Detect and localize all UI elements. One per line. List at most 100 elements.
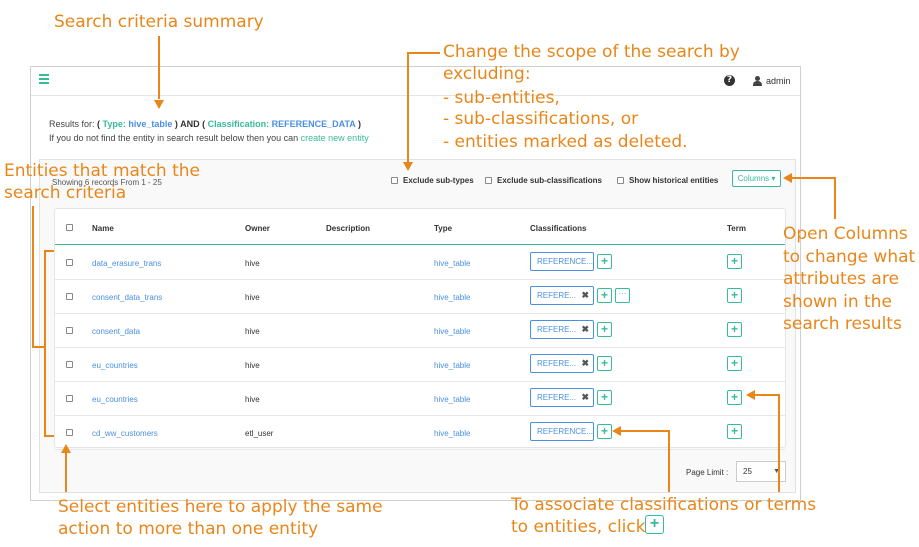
annotation-line: [408, 52, 440, 54]
classification-tag[interactable]: REFERE... ✖: [530, 320, 594, 339]
annotation-scope-2: excluding:: [443, 64, 531, 84]
entity-owner: hive: [245, 259, 260, 268]
create-new-entity-link[interactable]: create new entity: [301, 133, 369, 143]
annotation-select-1: Select entities here to apply the same: [58, 497, 383, 517]
show-historical-checkbox[interactable]: [617, 177, 624, 184]
row-checkbox[interactable]: [66, 327, 73, 334]
annotation-line: [44, 250, 54, 252]
annotation-columns-4: shown in the: [783, 292, 892, 312]
create-entity-hint: If you do not find the entity in search …: [49, 133, 369, 143]
page-limit-label: Page Limit :: [686, 468, 729, 477]
add-term-button[interactable]: +: [727, 424, 742, 439]
annotation-line: [790, 177, 835, 179]
entity-name-link[interactable]: data_erasure_trans: [92, 259, 161, 268]
criteria-type-key: Type:: [102, 119, 126, 129]
results-panel: Showing 6 records From 1 - 25 Exclude su…: [39, 159, 796, 493]
hamburger-menu-icon[interactable]: [39, 74, 49, 86]
exclude-subtypes-filter[interactable]: Exclude sub-types: [391, 176, 474, 185]
annotation-select-2: action to more than one entity: [58, 519, 319, 539]
exclude-subtypes-checkbox[interactable]: [391, 177, 398, 184]
classification-tag[interactable]: REFERE... ✖: [530, 354, 594, 373]
header-description[interactable]: Description: [326, 224, 370, 233]
annotation-arrow-icon: [783, 173, 792, 183]
table-row: consent_data hive hive_table REFERE... ✖ + +: [55, 314, 785, 348]
row-checkbox[interactable]: [66, 395, 73, 402]
entity-owner: etl_user: [245, 429, 274, 438]
annotation-entities-2: search criteria: [4, 183, 127, 203]
entity-type-link[interactable]: hive_table: [434, 429, 470, 438]
annotation-line: [44, 250, 46, 436]
criteria-classification-key: Classification:: [207, 119, 270, 129]
add-classification-button[interactable]: +: [597, 390, 612, 405]
annotation-arrow-icon: [612, 426, 621, 436]
row-checkbox[interactable]: [66, 259, 73, 266]
results-table: Name Owner Description Type Classificati…: [54, 208, 786, 450]
entity-name-link[interactable]: eu_countries: [92, 395, 138, 404]
add-term-button[interactable]: +: [727, 288, 742, 303]
annotation-arrow-icon: [61, 444, 71, 453]
entity-owner: hive: [245, 327, 260, 336]
user-icon: [753, 76, 762, 86]
classification-tag[interactable]: REFERE... ✖: [530, 388, 594, 407]
row-checkbox[interactable]: [66, 293, 73, 300]
user-menu[interactable]: admin: [753, 75, 791, 87]
entity-name-link[interactable]: consent_data_trans: [92, 293, 162, 302]
show-historical-filter[interactable]: Show historical entities: [617, 176, 718, 185]
remove-tag-icon[interactable]: ✖: [581, 389, 589, 406]
entity-name-link[interactable]: eu_countries: [92, 361, 138, 370]
annotation-line: [778, 394, 780, 492]
entity-type-link[interactable]: hive_table: [434, 361, 470, 370]
annotation-arrow-icon: [746, 390, 755, 400]
add-classification-button[interactable]: +: [597, 356, 612, 371]
header-owner[interactable]: Owner: [245, 224, 270, 233]
remove-tag-icon[interactable]: ✖: [581, 355, 589, 372]
remove-tag-icon[interactable]: ✖: [581, 287, 589, 304]
select-all-checkbox[interactable]: [66, 224, 73, 231]
table-row: eu_countries hive hive_table REFERE... ✖ + +: [55, 382, 785, 416]
entity-type-link[interactable]: hive_table: [434, 293, 470, 302]
add-classification-button[interactable]: +: [597, 288, 612, 303]
annotation-line: [668, 430, 670, 492]
add-classification-button[interactable]: +: [597, 322, 612, 337]
annotation-line: [158, 36, 160, 99]
header-name[interactable]: Name: [92, 224, 114, 233]
entity-type-link[interactable]: hive_table: [434, 327, 470, 336]
add-term-button[interactable]: +: [727, 254, 742, 269]
add-term-button[interactable]: +: [727, 390, 742, 405]
add-classification-button[interactable]: +: [597, 424, 612, 439]
exclude-subclassifications-filter[interactable]: Exclude sub-classifications: [485, 176, 602, 185]
entity-type-link[interactable]: hive_table: [434, 259, 470, 268]
annotation-arrow-icon: [403, 162, 413, 171]
add-term-button[interactable]: +: [727, 322, 742, 337]
more-classifications-button[interactable]: ···: [615, 288, 630, 303]
annotation-columns-2: to change what: [783, 247, 916, 267]
add-term-button[interactable]: +: [727, 356, 742, 371]
criteria-type-value: hive_table: [128, 119, 173, 129]
header-type[interactable]: Type: [434, 224, 452, 233]
remove-tag-icon[interactable]: ✖: [581, 321, 589, 338]
classification-tag[interactable]: REFERENCE...: [530, 422, 594, 441]
annotation-scope-4: - sub-classifications, or: [443, 109, 639, 129]
criteria-classification-value: REFERENCE_DATA: [271, 119, 356, 129]
annotation-scope-1: Change the scope of the search by: [443, 42, 740, 62]
annotation-columns-5: search results: [783, 314, 902, 334]
annotation-line: [834, 177, 836, 219]
row-checkbox[interactable]: [66, 429, 73, 436]
entity-name-link[interactable]: cd_ww_customers: [92, 429, 158, 438]
annotation-scope-5: - entities marked as deleted.: [443, 132, 688, 152]
annotation-associate-2: to entities, click: [511, 517, 646, 537]
row-checkbox[interactable]: [66, 361, 73, 368]
entity-name-link[interactable]: consent_data: [92, 327, 140, 336]
top-bar: ? admin: [31, 67, 800, 96]
columns-button[interactable]: Columns ▾: [732, 170, 781, 187]
exclude-subclassifications-checkbox[interactable]: [485, 177, 492, 184]
classification-tag[interactable]: REFERE... ✖: [530, 286, 594, 305]
table-row: consent_data_trans hive hive_table REFERE..…: [55, 280, 785, 314]
add-classification-button[interactable]: +: [597, 254, 612, 269]
help-icon[interactable]: ?: [724, 75, 735, 86]
table-header: Name Owner Description Type Classificati…: [55, 209, 785, 245]
annotation-scope-3: - sub-entities,: [443, 88, 560, 108]
entity-type-link[interactable]: hive_table: [434, 395, 470, 404]
user-name: admin: [766, 76, 791, 86]
classification-tag[interactable]: REFERENCE...: [530, 252, 594, 271]
